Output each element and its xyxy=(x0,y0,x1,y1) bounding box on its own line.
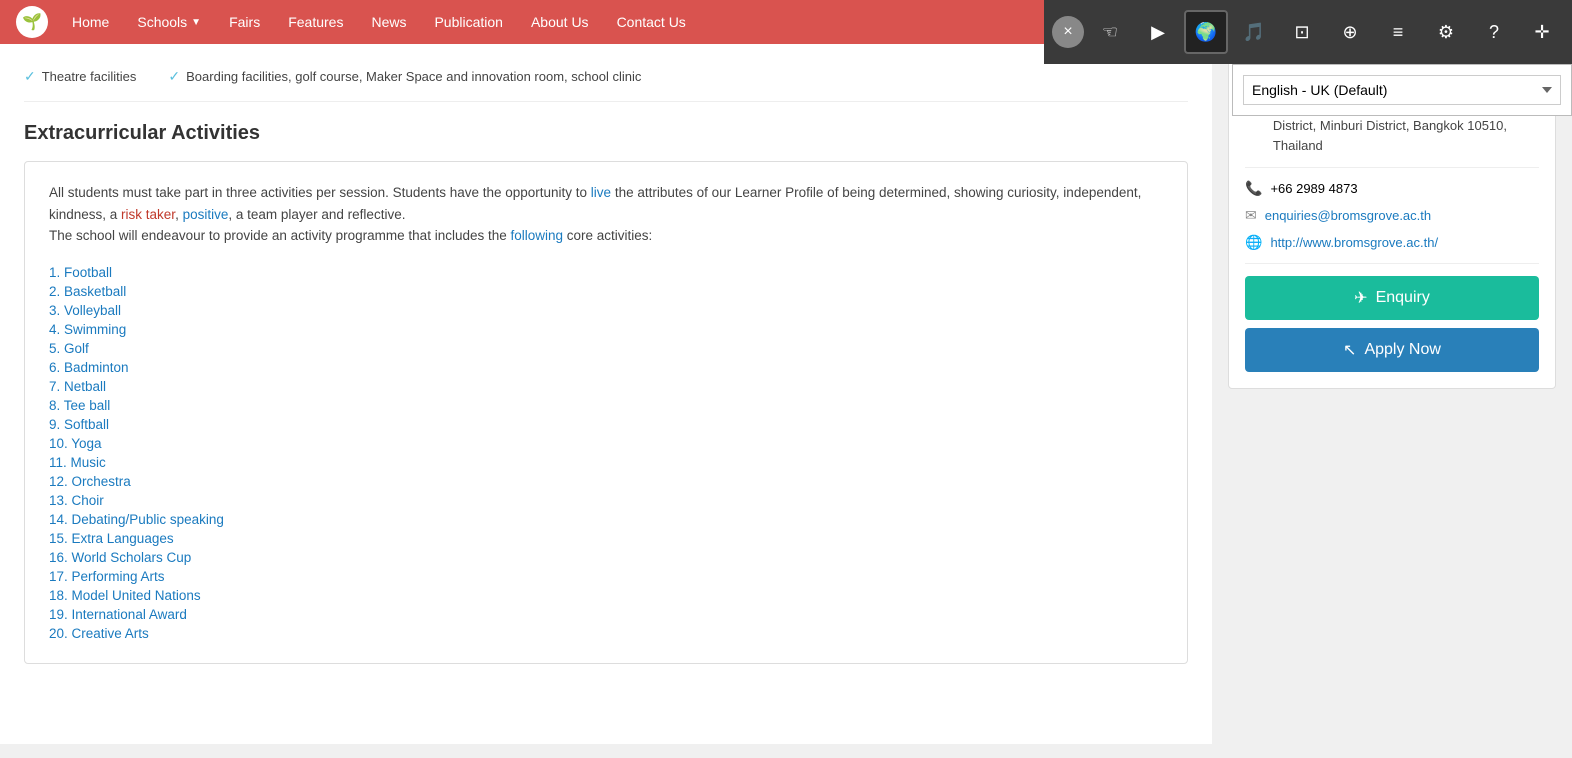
highlight-live: live xyxy=(591,185,611,200)
sidebar-email-row: ✉ enquiries@bromsgrove.ac.th xyxy=(1245,207,1539,224)
activity-list-item: 14. Debating/Public speaking xyxy=(49,510,1163,529)
activity-list-item: 1. Football xyxy=(49,263,1163,282)
language-select[interactable]: English - UK (Default) Thai Chinese Japa… xyxy=(1243,75,1561,105)
main-layout: ✓ Theatre facilities ✓ Boarding faciliti… xyxy=(0,44,1572,744)
phone-text: +66 2989 4873 xyxy=(1270,181,1357,196)
enquiry-label: Enquiry xyxy=(1376,289,1430,307)
content-area: ✓ Theatre facilities ✓ Boarding faciliti… xyxy=(0,44,1212,744)
search-tool-button[interactable]: ⊕ xyxy=(1328,10,1372,54)
facility-theatre-label: Theatre facilities xyxy=(42,69,137,84)
activity-list-item: 15. Extra Languages xyxy=(49,529,1163,548)
play-button[interactable]: ▶ xyxy=(1136,10,1180,54)
hand-tool-button[interactable]: ☜ xyxy=(1088,10,1132,54)
activity-list-item: 13. Choir xyxy=(49,491,1163,510)
toolbar: × ☜ ▶ 🌍 🎵 ⊡ ⊕ ≡ ⚙ ? ✛ xyxy=(1044,0,1572,64)
nav-fairs[interactable]: Fairs xyxy=(217,6,272,38)
activity-list-item: 18. Model United Nations xyxy=(49,586,1163,605)
nav-publication[interactable]: Publication xyxy=(422,6,515,38)
main-nav: 🌱 Home Schools ▼ Fairs Features News Pub… xyxy=(0,0,1572,44)
activity-list-item: 4. Swimming xyxy=(49,320,1163,339)
globe-button[interactable]: 🌍 xyxy=(1184,10,1228,54)
nav-logo: 🌱 xyxy=(16,6,48,38)
schools-chevron-icon: ▼ xyxy=(191,17,201,28)
language-dropdown-panel: English - UK (Default) Thai Chinese Japa… xyxy=(1232,64,1572,116)
mp3-button[interactable]: 🎵 xyxy=(1232,10,1276,54)
screen-button[interactable]: ⊡ xyxy=(1280,10,1324,54)
activity-list-item: 17. Performing Arts xyxy=(49,567,1163,586)
web-icon: 🌐 xyxy=(1245,234,1262,251)
activity-list-item: 11. Music xyxy=(49,453,1163,472)
activity-list-item: 7. Netball xyxy=(49,377,1163,396)
nav-features[interactable]: Features xyxy=(276,6,355,38)
extracurricular-title: Extracurricular Activities xyxy=(24,122,1188,145)
nav-contact[interactable]: Contact Us xyxy=(605,6,698,38)
activity-list-item: 19. International Award xyxy=(49,605,1163,624)
highlight-following: following xyxy=(511,228,564,243)
activity-list: 1. Football2. Basketball3. Volleyball4. … xyxy=(49,263,1163,643)
enquiry-button[interactable]: ✈ Enquiry xyxy=(1245,276,1539,320)
activity-list-item: 8. Tee ball xyxy=(49,396,1163,415)
close-button[interactable]: × xyxy=(1052,16,1084,48)
activities-intro: All students must take part in three act… xyxy=(49,182,1163,247)
activity-list-item: 12. Orchestra xyxy=(49,472,1163,491)
phone-icon: 📞 xyxy=(1245,180,1262,197)
nav-about[interactable]: About Us xyxy=(519,6,601,38)
email-link[interactable]: enquiries@bromsgrove.ac.th xyxy=(1265,208,1431,223)
check-icon-1: ✓ xyxy=(24,68,36,85)
sidebar: 📍 55 Mu 9, Windsor Park and Golf Club, S… xyxy=(1212,44,1572,744)
email-icon: ✉ xyxy=(1245,207,1257,224)
highlight-positive: positive xyxy=(183,207,229,222)
activity-list-item: 16. World Scholars Cup xyxy=(49,548,1163,567)
activity-list-item: 2. Basketball xyxy=(49,282,1163,301)
check-icon-2: ✓ xyxy=(168,68,180,85)
website-link[interactable]: http://www.bromsgrove.ac.th/ xyxy=(1270,235,1438,250)
logo-icon: 🌱 xyxy=(22,12,42,32)
facility-boarding-label: Boarding facilities, golf course, Maker … xyxy=(186,69,641,84)
cursor-icon: ↖ xyxy=(1343,340,1356,360)
apply-label: Apply Now xyxy=(1364,341,1440,359)
move-button[interactable]: ✛ xyxy=(1520,10,1564,54)
sidebar-phone-row: 📞 +66 2989 4873 xyxy=(1245,180,1539,197)
help-button[interactable]: ? xyxy=(1472,10,1516,54)
highlight-risk: risk taker xyxy=(121,207,175,222)
activity-list-item: 5. Golf xyxy=(49,339,1163,358)
list-button[interactable]: ≡ xyxy=(1376,10,1420,54)
apply-now-button[interactable]: ↖ Apply Now xyxy=(1245,328,1539,372)
facility-boarding: ✓ Boarding facilities, golf course, Make… xyxy=(168,68,641,85)
activity-list-item: 3. Volleyball xyxy=(49,301,1163,320)
paper-plane-icon: ✈ xyxy=(1354,288,1367,308)
activity-list-item: 9. Softball xyxy=(49,415,1163,434)
sidebar-divider-1 xyxy=(1245,167,1539,168)
facilities-row: ✓ Theatre facilities ✓ Boarding faciliti… xyxy=(24,60,1188,102)
facility-theatre: ✓ Theatre facilities xyxy=(24,68,136,85)
activity-list-item: 10. Yoga xyxy=(49,434,1163,453)
nav-schools[interactable]: Schools ▼ xyxy=(125,6,213,38)
activity-list-item: 6. Badminton xyxy=(49,358,1163,377)
activities-box: All students must take part in three act… xyxy=(24,161,1188,664)
sidebar-website-row: 🌐 http://www.bromsgrove.ac.th/ xyxy=(1245,234,1539,251)
settings-button[interactable]: ⚙ xyxy=(1424,10,1468,54)
sidebar-divider-2 xyxy=(1245,263,1539,264)
nav-news[interactable]: News xyxy=(359,6,418,38)
activity-list-item: 20. Creative Arts xyxy=(49,624,1163,643)
nav-home[interactable]: Home xyxy=(60,6,121,38)
